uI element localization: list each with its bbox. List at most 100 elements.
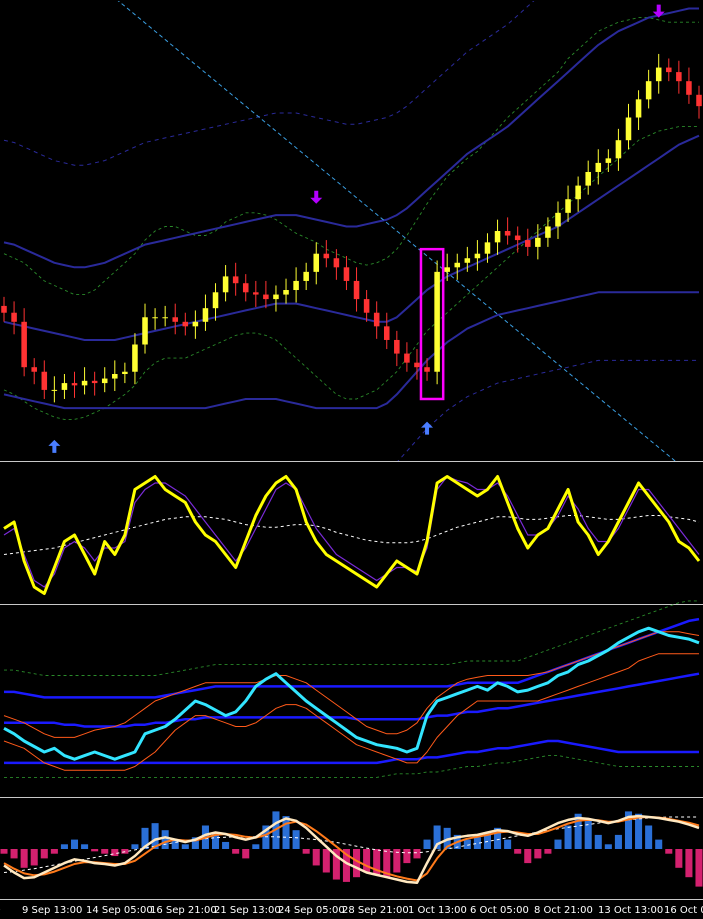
candle-body[interactable] — [303, 271, 309, 281]
candle-body[interactable] — [575, 185, 581, 200]
histogram-bar[interactable] — [554, 839, 562, 849]
candle-body[interactable] — [192, 321, 199, 327]
candle-body[interactable] — [545, 226, 551, 238]
candle-body[interactable] — [373, 312, 380, 327]
histogram-bar[interactable] — [675, 849, 683, 868]
histogram-bar[interactable] — [91, 849, 99, 852]
candle-body[interactable] — [21, 321, 27, 368]
histogram-bar[interactable] — [645, 825, 653, 850]
histogram-bar[interactable] — [101, 849, 109, 854]
histogram-bar[interactable] — [60, 844, 68, 849]
candle-body[interactable] — [112, 374, 118, 379]
histogram-bar[interactable] — [614, 834, 622, 849]
candle-body[interactable] — [61, 383, 68, 390]
candle-body[interactable] — [172, 317, 179, 322]
candle-body[interactable] — [313, 253, 320, 272]
candle-body[interactable] — [212, 292, 219, 309]
candle-body[interactable] — [132, 344, 138, 372]
candle-body[interactable] — [323, 253, 330, 259]
histogram-bar[interactable] — [50, 849, 58, 854]
histogram-bar[interactable] — [403, 849, 411, 864]
candle-body[interactable] — [484, 242, 491, 254]
candle-body[interactable] — [242, 283, 249, 293]
candle-body[interactable] — [1, 305, 7, 313]
candle-body[interactable] — [696, 94, 702, 107]
candle-body[interactable] — [645, 81, 652, 100]
histogram-bar[interactable] — [604, 844, 612, 849]
candle-body[interactable] — [625, 117, 632, 141]
candle-body[interactable] — [162, 317, 168, 319]
candle-body[interactable] — [273, 294, 279, 300]
histogram-bar[interactable] — [131, 844, 139, 849]
candle-body[interactable] — [142, 317, 148, 345]
candle-body[interactable] — [263, 294, 269, 300]
candle-body[interactable] — [283, 290, 289, 295]
histogram-bar[interactable] — [655, 839, 663, 849]
candle-body[interactable] — [424, 367, 430, 372]
histogram-bar[interactable] — [514, 849, 522, 854]
candle-body[interactable] — [444, 267, 450, 272]
candle-body[interactable] — [71, 383, 78, 386]
candle-body[interactable] — [555, 212, 561, 227]
candle-body[interactable] — [434, 271, 440, 372]
histogram-bar[interactable] — [524, 849, 532, 864]
histogram-bar[interactable] — [534, 849, 542, 859]
candle-body[interactable] — [676, 72, 682, 82]
histogram-bar[interactable] — [0, 849, 8, 854]
histogram-bar[interactable] — [292, 830, 300, 849]
candle-body[interactable] — [343, 267, 350, 281]
histogram-bar[interactable] — [70, 839, 79, 849]
candle-body[interactable] — [363, 299, 370, 313]
candle-body[interactable] — [686, 81, 692, 95]
candle-body[interactable] — [404, 353, 410, 363]
candle-body[interactable] — [293, 280, 299, 291]
histogram-bar[interactable] — [504, 839, 512, 849]
histogram-bar[interactable] — [111, 849, 119, 857]
candle-body[interactable] — [414, 362, 420, 368]
histogram-bar[interactable] — [242, 849, 250, 859]
histogram-bar[interactable] — [423, 839, 431, 849]
histogram-bar[interactable] — [685, 849, 693, 878]
candle-body[interactable] — [514, 235, 521, 241]
candle-body[interactable] — [152, 317, 158, 319]
histogram-bar[interactable] — [322, 849, 330, 873]
histogram-bar[interactable] — [363, 849, 371, 873]
histogram-bar[interactable] — [81, 844, 89, 849]
candle-body[interactable] — [202, 308, 209, 322]
histogram-bar[interactable] — [10, 849, 18, 859]
candle-body[interactable] — [655, 67, 662, 82]
histogram-bar[interactable] — [695, 849, 703, 887]
candle-body[interactable] — [81, 380, 88, 386]
histogram-bar[interactable] — [232, 849, 240, 854]
candle-body[interactable] — [122, 371, 128, 375]
candle-body[interactable] — [666, 67, 672, 73]
candle-body[interactable] — [635, 99, 642, 118]
histogram-bar[interactable] — [30, 849, 38, 866]
candle-body[interactable] — [535, 237, 541, 247]
histogram-bar[interactable] — [544, 849, 552, 854]
candle-body[interactable] — [31, 367, 37, 372]
candle-body[interactable] — [595, 162, 602, 172]
candle-body[interactable] — [253, 292, 259, 295]
histogram-bar[interactable] — [564, 825, 572, 850]
candle-body[interactable] — [474, 253, 481, 259]
candle-body[interactable] — [615, 140, 622, 159]
candle-body[interactable] — [524, 240, 531, 247]
candle-body[interactable] — [101, 378, 108, 384]
candle-body[interactable] — [394, 339, 400, 354]
candle-body[interactable] — [464, 258, 471, 263]
histogram-bar[interactable] — [302, 849, 310, 854]
histogram-bar[interactable] — [282, 816, 290, 849]
candle-body[interactable] — [383, 326, 390, 340]
histogram-bar[interactable] — [665, 849, 673, 854]
candle-body[interactable] — [585, 171, 591, 186]
candle-body[interactable] — [605, 158, 612, 163]
histogram-bar[interactable] — [222, 841, 230, 849]
histogram-bar[interactable] — [312, 849, 320, 866]
candle-body[interactable] — [353, 280, 360, 300]
candle-body[interactable] — [11, 312, 17, 322]
candle-body[interactable] — [51, 389, 58, 391]
histogram-bar[interactable] — [181, 844, 189, 849]
histogram-bar[interactable] — [40, 849, 48, 859]
candle-body[interactable] — [222, 276, 229, 293]
